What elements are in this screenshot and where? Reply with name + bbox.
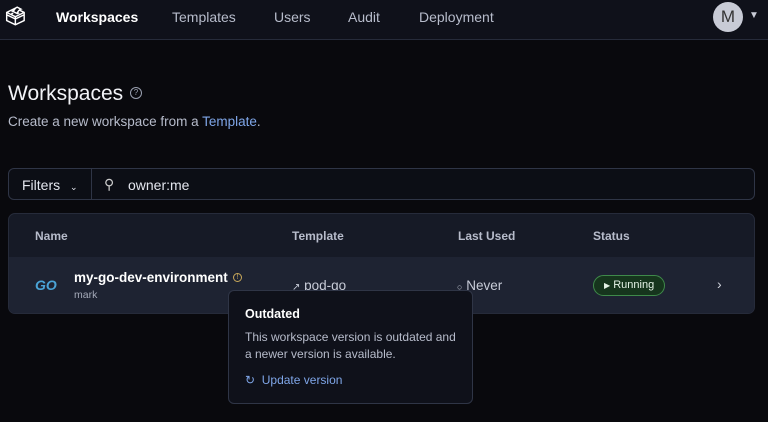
play-icon: ▶ [604, 281, 611, 290]
workspace-owner: mark [74, 289, 98, 301]
update-version-button[interactable]: ↻ Update version [245, 373, 342, 387]
outdated-popover: Outdated This workspace version is outda… [228, 290, 473, 404]
search-input[interactable]: ⚲ owner:me [91, 168, 755, 200]
subtitle-period: . [256, 114, 261, 129]
popover-title: Outdated [245, 307, 300, 321]
header-status: Status [593, 229, 630, 243]
outdated-icon[interactable]: ! [233, 273, 242, 282]
nav-users[interactable]: Users [274, 9, 311, 25]
chevron-right-icon[interactable]: › [717, 276, 722, 292]
nav-deployment[interactable]: Deployment [419, 9, 494, 25]
template-link[interactable]: Template [202, 114, 257, 129]
nav-workspaces[interactable]: Workspaces [56, 9, 138, 25]
subtitle-text: Create a new workspace from a [8, 114, 203, 129]
filters-label: Filters [22, 177, 61, 193]
last-used-value: Never [466, 278, 503, 293]
top-nav: 🗳 Workspaces Templates Users Audit Deplo… [0, 0, 768, 40]
chevron-down-icon: ⌄ [70, 182, 78, 192]
popover-description: This workspace version is outdated and a… [245, 330, 456, 361]
refresh-icon: ↻ [245, 373, 256, 387]
search-icon: ⚲ [104, 176, 115, 192]
header-name: Name [35, 229, 68, 243]
avatar[interactable]: M [713, 2, 743, 32]
status-badge: ▶ Running [593, 275, 666, 296]
page-title: Workspaces [8, 82, 124, 105]
nav-templates[interactable]: Templates [172, 9, 236, 25]
workspace-name[interactable]: my-go-dev-environment [74, 270, 228, 285]
header-last-used: Last Used [458, 229, 516, 243]
search-value: owner:me [128, 177, 190, 193]
header-template: Template [292, 229, 344, 243]
coder-logo-icon[interactable]: 🗳 [4, 6, 27, 30]
page-subtitle: Create a new workspace from a Template. [8, 114, 261, 129]
go-logo-icon: GO [35, 277, 57, 293]
update-version-label: Update version [261, 373, 343, 387]
chevron-down-icon[interactable]: ▼ [749, 10, 759, 21]
filters-button[interactable]: Filters ⌄ [8, 168, 92, 200]
nav-audit[interactable]: Audit [348, 9, 380, 25]
help-icon[interactable]: ? [130, 87, 142, 99]
status-text: Running [613, 279, 655, 291]
